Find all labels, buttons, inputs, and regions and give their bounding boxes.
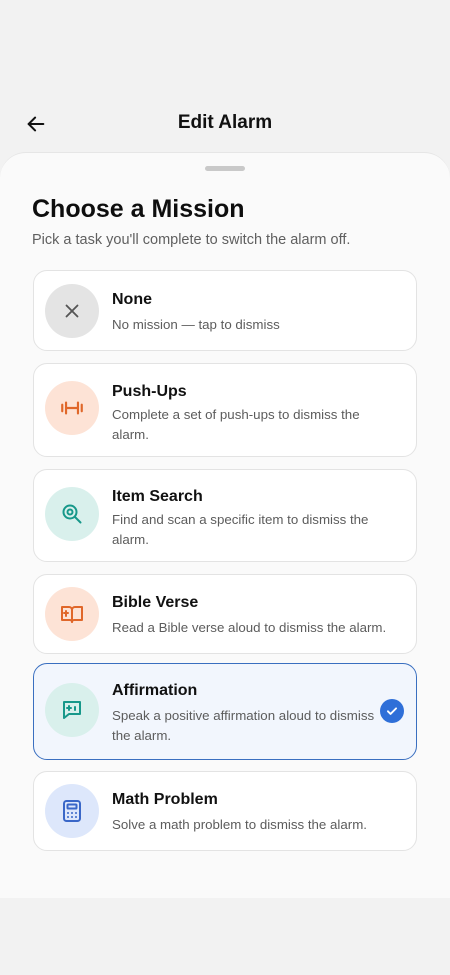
app-header: Edit Alarm: [0, 0, 450, 152]
mission-description: Solve a math problem to dismiss the alar…: [112, 817, 367, 832]
mission-title: Math Problem: [112, 791, 218, 808]
mission-icon-circle: [45, 381, 99, 435]
mission-icon-circle: [45, 683, 99, 737]
selected-check-icon: [380, 699, 404, 723]
mission-description: Find and scan a specific item to dismiss…: [112, 512, 369, 547]
book-icon: [61, 606, 83, 623]
mission-icon-circle: [45, 587, 99, 641]
mission-description: Read a Bible verse aloud to dismiss the …: [112, 620, 387, 635]
mission-option-math-problem[interactable]: Math Problem Solve a math problem to dis…: [33, 771, 417, 851]
calculator-icon: [63, 800, 81, 822]
mission-title: Item Search: [112, 488, 203, 505]
mission-icon-circle: [45, 487, 99, 541]
page-title: Edit Alarm: [177, 112, 273, 133]
mission-description: Speak a positive affirmation aloud to di…: [112, 708, 375, 743]
close-icon: [65, 304, 79, 318]
mission-description: No mission — tap to dismiss: [112, 317, 280, 332]
dumbbell-icon: [61, 401, 83, 415]
chat-bubble-icon: [63, 701, 81, 719]
magnifier-icon: [62, 504, 82, 524]
mission-option-affirmation[interactable]: Affirmation Speak a positive affirmation…: [33, 663, 417, 760]
bottom-area: [0, 898, 450, 975]
mission-option-push-ups[interactable]: Push-Ups Complete a set of push-ups to d…: [33, 363, 417, 457]
mission-description: Complete a set of push-ups to dismiss th…: [112, 407, 360, 442]
sheet-subtitle: Pick a task you'll complete to switch th…: [32, 232, 351, 248]
mission-title: Affirmation: [112, 682, 198, 699]
mission-icon-circle: [45, 284, 99, 338]
mission-option-bible-verse[interactable]: Bible Verse Read a Bible verse aloud to …: [33, 574, 417, 654]
mission-title: Push-Ups: [112, 383, 187, 400]
mission-title: Bible Verse: [112, 594, 199, 611]
mission-option-none[interactable]: None No mission — tap to dismiss: [33, 270, 417, 351]
mission-icon-circle: [45, 784, 99, 838]
mission-option-item-search[interactable]: Item Search Find and scan a specific ite…: [33, 469, 417, 562]
drag-handle[interactable]: [205, 166, 245, 171]
mission-title: None: [112, 291, 152, 308]
sheet-title: Choose a Mission: [32, 195, 245, 223]
mission-sheet: Choose a Mission Pick a task you'll comp…: [0, 152, 450, 898]
